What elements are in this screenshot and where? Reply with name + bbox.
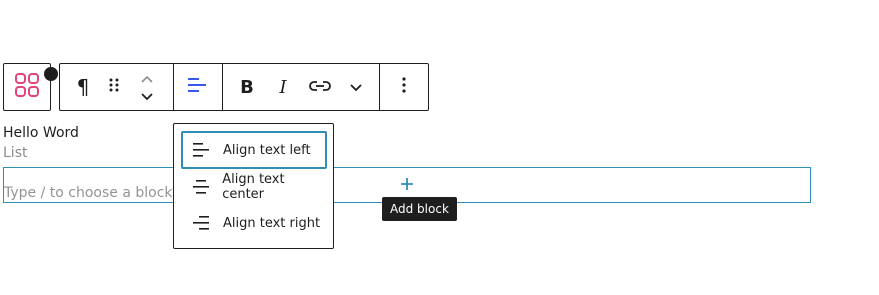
paragraph-icon: ¶ (76, 75, 90, 99)
block-options-button[interactable] (392, 75, 416, 99)
align-right-icon (189, 211, 213, 235)
align-center-icon (189, 175, 212, 199)
plus-icon (400, 176, 414, 195)
drag-handle[interactable] (102, 75, 126, 99)
italic-button[interactable]: I (271, 75, 295, 99)
toolbar-divider (173, 64, 174, 110)
appender-placeholder: Type / to choose a block (4, 185, 173, 201)
link-button[interactable] (307, 75, 333, 99)
align-left-option[interactable]: Align text left (181, 131, 327, 169)
more-formatting-button[interactable] (344, 75, 368, 99)
block-toolbar: ¶ B I (59, 63, 429, 111)
align-left-icon (189, 138, 213, 162)
move-down-button[interactable] (135, 88, 159, 104)
align-center-label: Align text center (222, 172, 285, 202)
align-right-label: Align text right (223, 215, 321, 231)
drag-handle-icon (107, 77, 121, 97)
chevron-down-icon (349, 78, 363, 97)
more-vertical-icon (401, 76, 407, 98)
indicator-dot (44, 67, 58, 81)
italic-label: I (279, 76, 287, 98)
toolbar-divider (379, 64, 380, 110)
chevron-up-icon (140, 69, 154, 88)
list-block-label: List (3, 145, 28, 161)
move-up-button[interactable] (135, 70, 159, 86)
align-left-icon (187, 76, 207, 98)
paragraph-text[interactable]: Hello Word (3, 125, 79, 141)
chevron-down-icon (140, 87, 154, 106)
grid-block-icon (14, 72, 40, 102)
bold-button[interactable]: B (235, 75, 259, 99)
link-icon (309, 78, 331, 97)
align-right-option[interactable]: Align text right (181, 204, 327, 242)
add-block-tooltip: Add block (382, 197, 457, 221)
add-block-button[interactable] (396, 174, 418, 196)
align-center-option[interactable]: Align text center (181, 168, 327, 206)
toolbar-divider (222, 64, 223, 110)
align-left-label: Align text left (223, 142, 311, 158)
align-button[interactable] (184, 75, 210, 99)
bold-label: B (240, 76, 254, 98)
paragraph-button[interactable]: ¶ (70, 75, 96, 99)
